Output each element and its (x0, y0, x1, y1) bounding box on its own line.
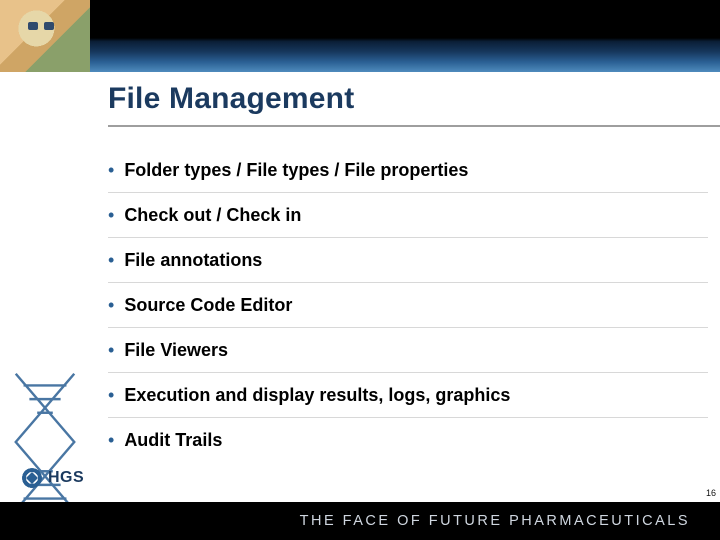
list-item: • Source Code Editor (108, 283, 708, 328)
bullet-dot-icon: • (108, 204, 114, 226)
bullet-dot-icon: • (108, 294, 114, 316)
bullet-text: File Viewers (124, 339, 228, 361)
title-wrap: File Management (108, 82, 708, 116)
list-item: • Execution and display results, logs, g… (108, 373, 708, 418)
footer-tagline: THE FACE OF FUTURE PHARMACEUTICALS (300, 513, 690, 529)
bullet-dot-icon: • (108, 339, 114, 361)
dna-helix-icon (6, 372, 84, 512)
gradient-strip (90, 38, 720, 72)
bullet-dot-icon: • (108, 384, 114, 406)
list-item: • Audit Trails (108, 418, 708, 462)
hgs-logo-text: HGS (48, 469, 84, 487)
hgs-logo-icon (22, 468, 42, 488)
slide: HGS File Management • Folder types / Fil… (0, 0, 720, 540)
footer-bar: THE FACE OF FUTURE PHARMACEUTICALS (0, 502, 720, 540)
bullet-text: Audit Trails (124, 429, 222, 451)
bullet-list: • Folder types / File types / File prope… (108, 148, 708, 462)
bullet-text: Check out / Check in (124, 204, 301, 226)
top-band (0, 0, 720, 72)
hgs-logo: HGS (22, 468, 84, 488)
bullet-text: Folder types / File types / File propert… (124, 159, 468, 181)
bullet-text: Source Code Editor (124, 294, 292, 316)
bullet-dot-icon: • (108, 429, 114, 451)
list-item: • Folder types / File types / File prope… (108, 148, 708, 193)
list-item: • Check out / Check in (108, 193, 708, 238)
left-sidebar: HGS (0, 72, 90, 540)
bullet-dot-icon: • (108, 159, 114, 181)
page-title: File Management (108, 82, 708, 116)
decorative-painting (0, 0, 90, 72)
list-item: • File Viewers (108, 328, 708, 373)
list-item: • File annotations (108, 238, 708, 283)
bullet-dot-icon: • (108, 249, 114, 271)
bullet-text: Execution and display results, logs, gra… (124, 384, 510, 406)
page-number: 16 (706, 488, 716, 498)
title-underline (108, 125, 720, 127)
bullet-text: File annotations (124, 249, 262, 271)
